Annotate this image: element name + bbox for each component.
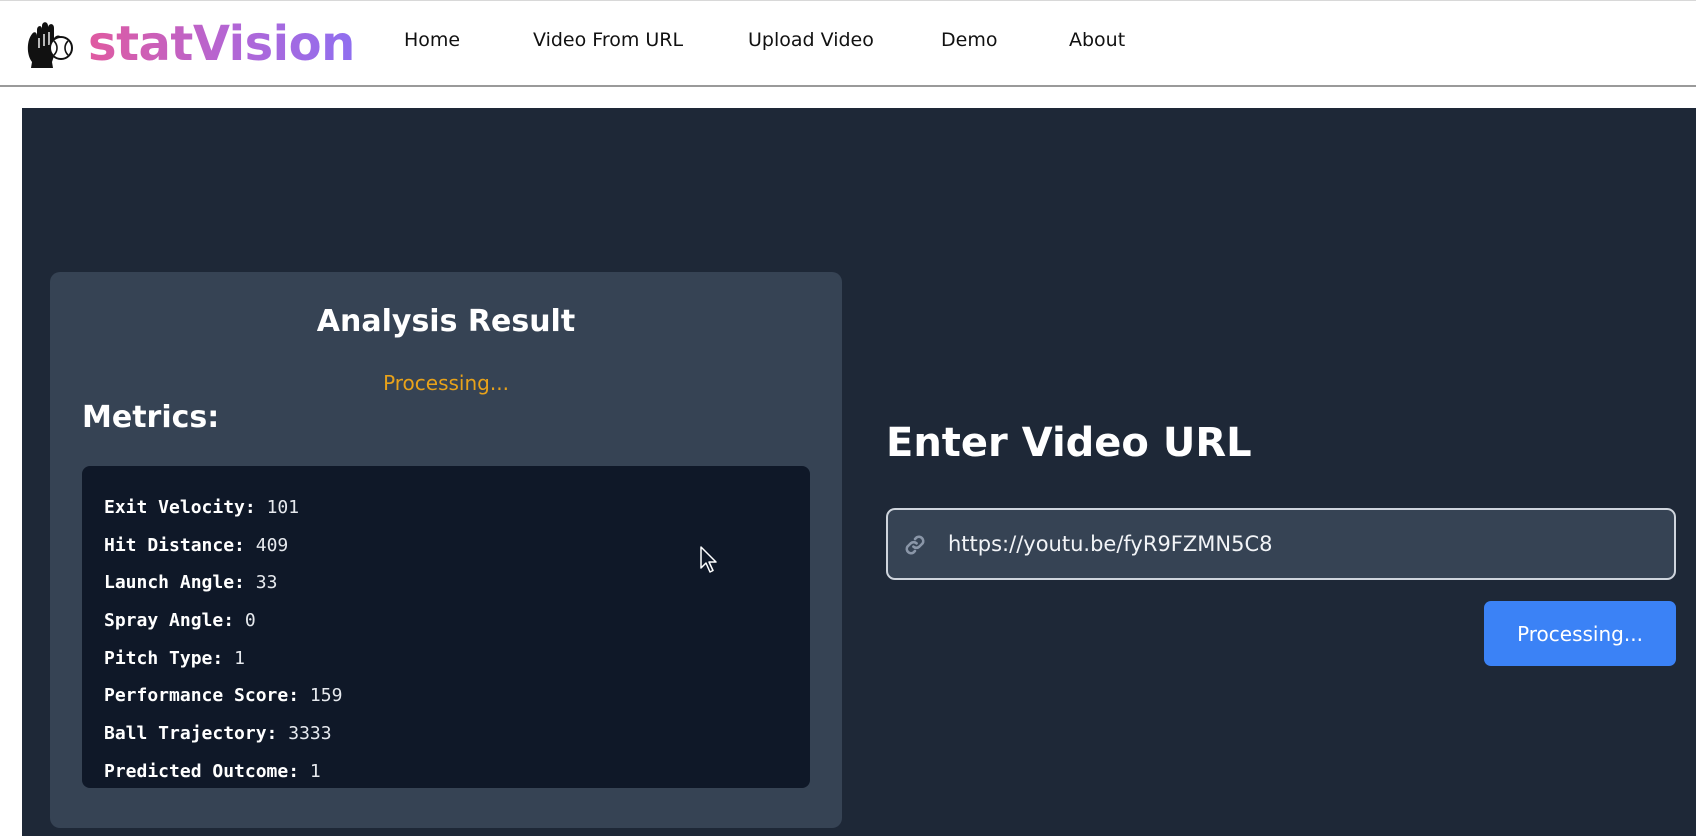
- metric-value: 3333: [288, 723, 332, 745]
- analysis-result-title: Analysis Result: [316, 304, 576, 339]
- brand[interactable]: statVision: [24, 9, 355, 79]
- baseball-glove-icon: [27, 22, 73, 68]
- video-url-field[interactable]: [886, 508, 1676, 580]
- metric-pitch-type: Pitch Type: 1: [104, 647, 810, 685]
- nav-demo[interactable]: Demo: [941, 29, 997, 51]
- brand-name: statVision: [88, 16, 355, 72]
- metric-label: Pitch Type:: [104, 647, 224, 669]
- submit-processing-button[interactable]: Processing...: [1484, 601, 1676, 666]
- metric-value: 33: [255, 572, 278, 594]
- metric-ball-trajectory: Ball Trajectory: 3333: [104, 722, 810, 760]
- metrics-heading: Metrics:: [82, 400, 220, 435]
- main-panel: Analysis Result Processing... Metrics: E…: [22, 108, 1696, 836]
- metric-label: Launch Angle:: [104, 572, 245, 594]
- link-icon: [905, 535, 925, 555]
- metric-value: 0: [244, 610, 256, 632]
- enter-video-url-heading: Enter Video URL: [886, 420, 1252, 466]
- analysis-result-card: Analysis Result Processing... Metrics: E…: [50, 272, 842, 828]
- metric-value: 1: [309, 760, 321, 782]
- video-url-input[interactable]: [948, 510, 1658, 578]
- metric-value: 101: [266, 497, 300, 518]
- metric-predicted-outcome: Predicted Outcome: 1: [104, 760, 810, 788]
- processing-status: Processing...: [383, 371, 509, 395]
- nav-about[interactable]: About: [1069, 29, 1125, 51]
- metric-label: Hit Distance:: [104, 534, 245, 556]
- metrics-box: Exit Velocity: 101 Hit Distance: 409 Lau…: [82, 466, 810, 788]
- top-navbar: statVision Home Video From URL Upload Vi…: [0, 0, 1696, 87]
- metric-label: Exit Velocity:: [104, 497, 256, 518]
- metric-launch-angle: Launch Angle: 33: [104, 571, 810, 609]
- metric-label: Ball Trajectory:: [104, 723, 278, 745]
- metric-value: 1: [234, 647, 245, 669]
- metric-performance-score: Performance Score: 159: [104, 684, 810, 722]
- metric-label: Performance Score:: [104, 685, 300, 707]
- metric-value: 159: [309, 685, 343, 707]
- nav-upload-video[interactable]: Upload Video: [748, 29, 874, 51]
- mouse-cursor-icon: [700, 546, 717, 573]
- metric-label: Spray Angle:: [104, 610, 235, 632]
- nav-home[interactable]: Home: [404, 29, 460, 51]
- metric-value: 409: [255, 534, 289, 556]
- nav-video-from-url[interactable]: Video From URL: [533, 29, 683, 51]
- metric-exit-velocity: Exit Velocity: 101: [104, 496, 810, 534]
- metric-spray-angle: Spray Angle: 0: [104, 609, 810, 647]
- metric-label: Predicted Outcome:: [104, 760, 300, 782]
